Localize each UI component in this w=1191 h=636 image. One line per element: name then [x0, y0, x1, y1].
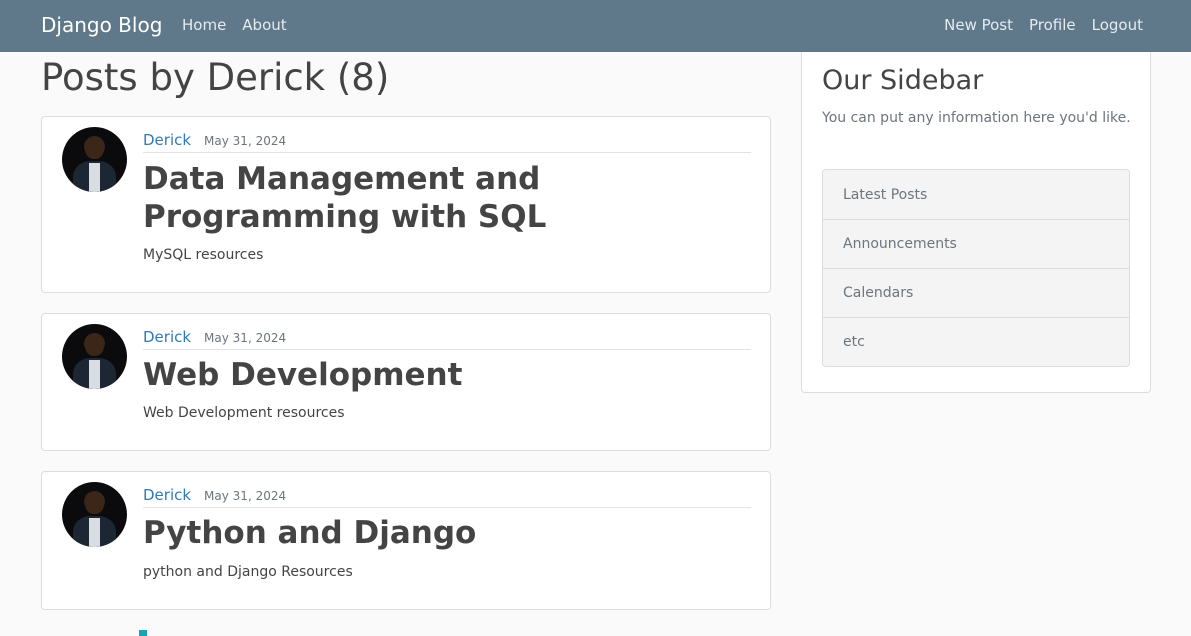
post-content: MySQL resources	[143, 247, 264, 263]
sidebar-title: Our Sidebar	[822, 65, 984, 96]
sidebar-item-calendars[interactable]: Calendars	[823, 268, 1129, 317]
pagination-indicator	[139, 630, 147, 636]
nav-home-link[interactable]: Home	[182, 16, 226, 34]
nav-logout-link[interactable]: Logout	[1092, 16, 1143, 34]
nav-profile-link[interactable]: Profile	[1029, 16, 1076, 34]
brand-link[interactable]: Django Blog	[41, 13, 162, 37]
nav-new-post-link[interactable]: New Post	[944, 16, 1013, 34]
avatar-head	[85, 334, 104, 356]
avatar-head	[85, 137, 104, 159]
sidebar-item-announcements[interactable]: Announcements	[823, 219, 1129, 268]
author-avatar[interactable]	[62, 482, 127, 547]
author-avatar[interactable]	[62, 324, 127, 389]
nav-left: Home About	[182, 16, 287, 34]
post-meta: Derick May 31, 2024	[143, 328, 751, 350]
post-author-link[interactable]: Derick	[143, 131, 191, 149]
post-date: May 31, 2024	[204, 331, 287, 345]
post-meta: Derick May 31, 2024	[143, 131, 751, 153]
sidebar-description: You can put any information here you'd l…	[822, 110, 1131, 126]
post-date: May 31, 2024	[204, 489, 287, 503]
nav-about-link[interactable]: About	[242, 16, 286, 34]
post-card: Derick May 31, 2024 Web Development Web …	[41, 313, 771, 451]
sidebar-item-etc[interactable]: etc	[823, 317, 1129, 366]
post-author-link[interactable]: Derick	[143, 328, 191, 346]
nav-right: New Post Profile Logout	[944, 16, 1143, 34]
avatar-head	[85, 492, 104, 514]
post-title-link[interactable]: Web Development	[143, 356, 743, 394]
author-avatar[interactable]	[62, 127, 127, 192]
sidebar-item-latest-posts[interactable]: Latest Posts	[823, 170, 1129, 219]
avatar-shirt	[89, 518, 100, 547]
post-card: Derick May 31, 2024 Data Management and …	[41, 116, 771, 293]
page-title: Posts by Derick (8)	[41, 56, 390, 99]
post-date: May 31, 2024	[204, 134, 287, 148]
avatar-shirt	[89, 163, 100, 192]
post-card: Derick May 31, 2024 Python and Django py…	[41, 471, 771, 610]
top-navbar: Django Blog Home About New Post Profile …	[0, 0, 1191, 52]
post-title-link[interactable]: Python and Django	[143, 514, 743, 552]
post-title-link[interactable]: Data Management and Programming with SQL	[143, 160, 743, 236]
post-content: python and Django Resources	[143, 564, 353, 580]
post-author-link[interactable]: Derick	[143, 486, 191, 504]
post-meta: Derick May 31, 2024	[143, 486, 751, 508]
avatar-shirt	[89, 360, 100, 389]
post-content: Web Development resources	[143, 405, 345, 421]
sidebar: Our Sidebar You can put any information …	[801, 52, 1151, 393]
sidebar-list: Latest Posts Announcements Calendars etc	[822, 169, 1130, 367]
